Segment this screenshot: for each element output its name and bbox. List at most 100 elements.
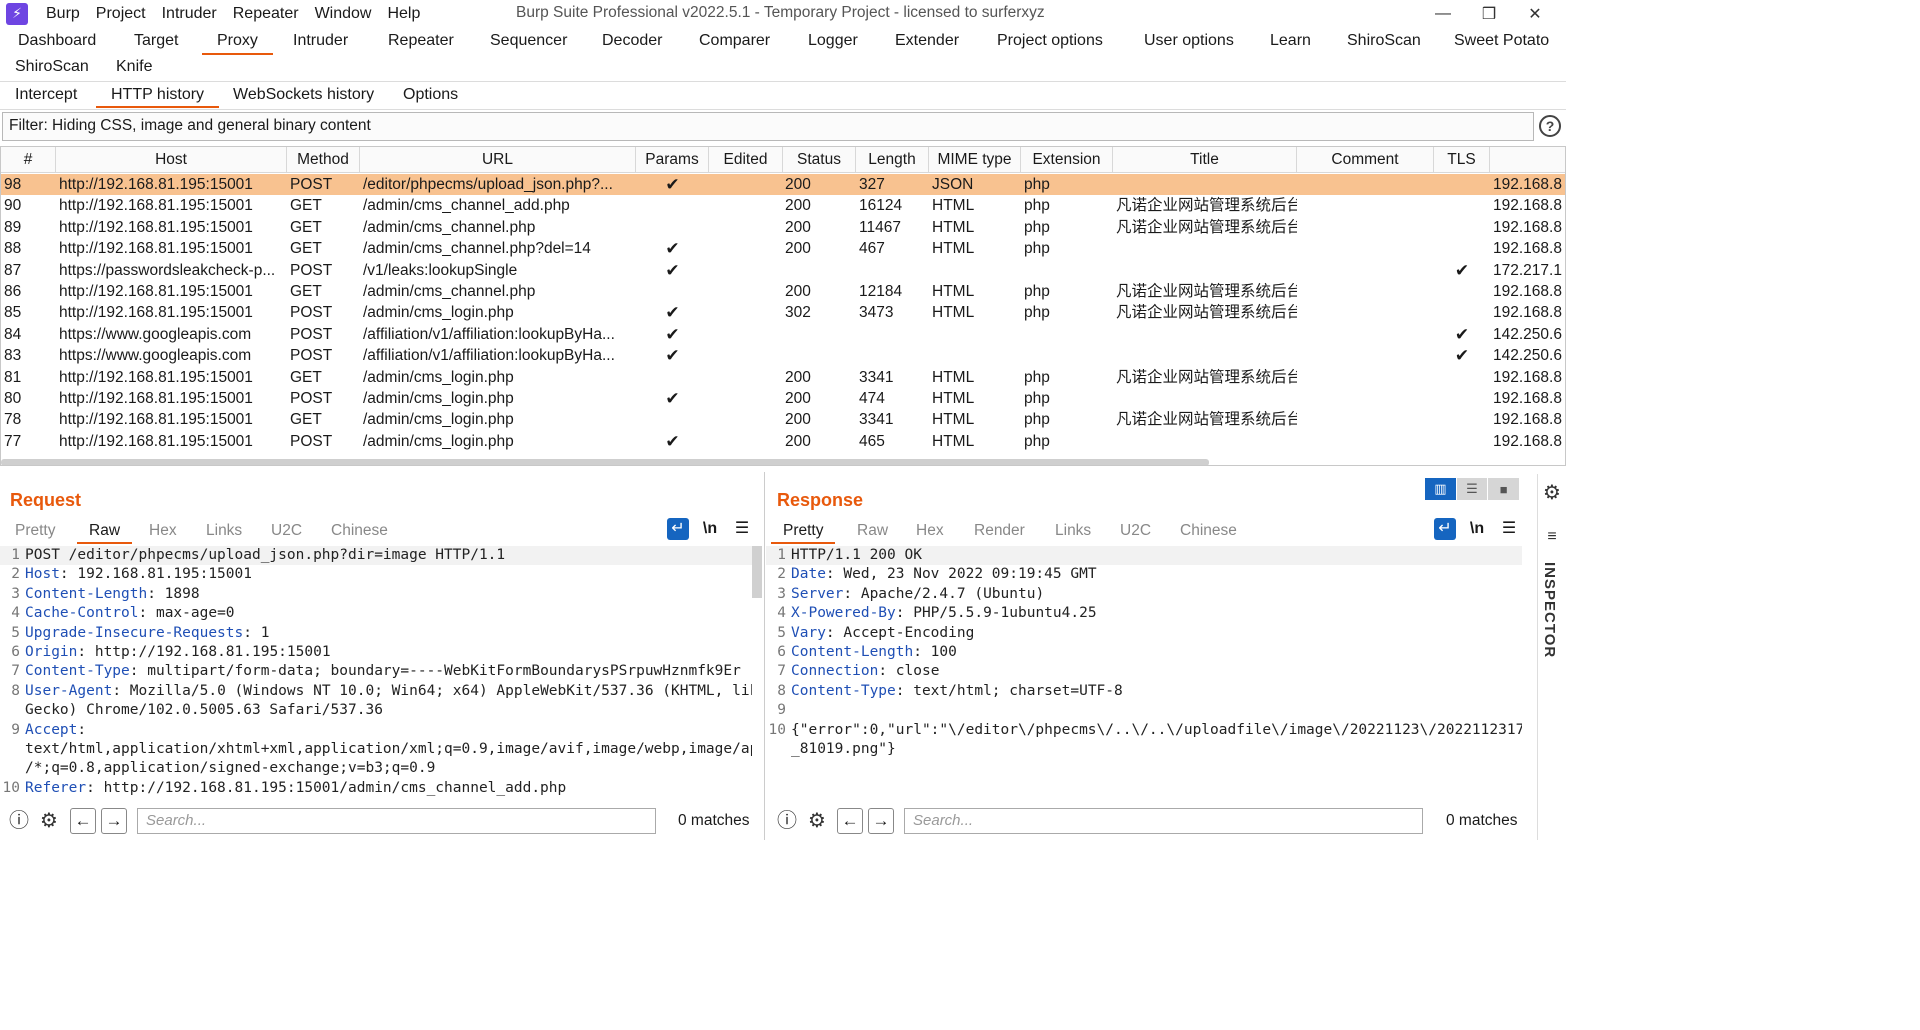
table-row[interactable]: 78 http://192.168.81.195:15001 GET/admin/c…: [1, 409, 1565, 430]
request-tab-hex[interactable]: Hex: [149, 520, 177, 542]
request-tab-links[interactable]: Links: [206, 520, 242, 542]
tab-dashboard[interactable]: Dashboard: [18, 29, 96, 53]
response-tab-chinese[interactable]: Chinese: [1180, 520, 1237, 542]
menu-project[interactable]: Project: [96, 5, 146, 23]
table-row[interactable]: 85 http://192.168.81.195:15001 POST/admin/…: [1, 302, 1565, 323]
request-tab-raw[interactable]: Raw: [77, 520, 133, 544]
response-tab-links[interactable]: Links: [1055, 520, 1091, 542]
previous-match-button[interactable]: ←: [837, 808, 863, 834]
response-search-input[interactable]: Search...: [904, 808, 1423, 834]
col-number[interactable]: #: [1, 147, 56, 173]
tab-user-options[interactable]: User options: [1144, 29, 1234, 53]
subtab-options[interactable]: Options: [403, 84, 458, 106]
tab-shiroscan-2[interactable]: ShiroScan: [15, 55, 89, 79]
tab-sequencer[interactable]: Sequencer: [490, 29, 567, 53]
tab-shiroscan[interactable]: ShiroScan: [1347, 29, 1421, 53]
layout-single-icon[interactable]: ■: [1488, 478, 1520, 500]
request-search-input[interactable]: Search...: [137, 808, 656, 834]
col-comment[interactable]: Comment: [1297, 147, 1434, 173]
newline-toggle-icon[interactable]: \n: [1466, 518, 1488, 540]
table-row[interactable]: 89 http://192.168.81.195:15001 GET/admin/c…: [1, 217, 1565, 238]
table-row[interactable]: 87 https://passwordsleakcheck-p... POST/v1…: [1, 260, 1565, 281]
request-editor[interactable]: 1 POST /editor/phpecms/upload_json.php?di…: [0, 546, 752, 804]
next-match-button[interactable]: →: [101, 808, 127, 834]
tab-decoder[interactable]: Decoder: [602, 29, 662, 53]
menu-help[interactable]: Help: [387, 5, 420, 23]
gear-icon[interactable]: ⚙: [1539, 480, 1565, 506]
col-status[interactable]: Status: [783, 147, 856, 173]
request-scrollbar[interactable]: [752, 546, 762, 598]
inspector-label[interactable]: INSPECTOR: [1541, 562, 1558, 658]
request-tab-pretty[interactable]: Pretty: [15, 520, 55, 542]
response-editor[interactable]: 1 HTTP/1.1 200 OK 2 Date: Wed, 23 Nov 2022 …: [766, 546, 1522, 804]
col-ip[interactable]: [1490, 147, 1565, 173]
tab-intruder[interactable]: Intruder: [293, 29, 348, 53]
line-number: 6: [777, 644, 786, 660]
tab-target[interactable]: Target: [134, 29, 178, 53]
table-row[interactable]: 98 http://192.168.81.195:15001 POST/editor…: [1, 174, 1565, 196]
tab-logger[interactable]: Logger: [808, 29, 858, 53]
tab-knife[interactable]: Knife: [116, 55, 152, 79]
col-host[interactable]: Host: [56, 147, 287, 173]
filter-bar[interactable]: Filter: Hiding CSS, image and general bi…: [2, 112, 1534, 141]
tab-extender[interactable]: Extender: [895, 29, 959, 53]
response-tab-u2c[interactable]: U2C: [1120, 520, 1151, 542]
newline-toggle-icon[interactable]: \n: [699, 518, 721, 540]
close-icon[interactable]: ✕: [1512, 4, 1558, 24]
tab-repeater[interactable]: Repeater: [388, 29, 454, 53]
subtab-http-history[interactable]: HTTP history: [96, 84, 220, 108]
gear-icon[interactable]: ⚙: [36, 808, 62, 834]
tab-project-options[interactable]: Project options: [997, 29, 1103, 53]
table-row[interactable]: 86 http://192.168.81.195:15001 GET/admin/c…: [1, 281, 1565, 302]
layout-side-by-side-icon[interactable]: ▥: [1425, 478, 1456, 500]
wrap-lines-icon[interactable]: ↵: [1434, 518, 1456, 540]
minimize-icon[interactable]: —: [1420, 5, 1466, 23]
table-row[interactable]: 81 http://192.168.81.195:15001 GET/admin/c…: [1, 367, 1565, 388]
table-row[interactable]: 83 https://www.googleapis.com POST/affilia…: [1, 345, 1565, 366]
response-tab-hex[interactable]: Hex: [916, 520, 944, 542]
horizontal-scrollbar[interactable]: [1, 459, 1209, 465]
col-title[interactable]: Title: [1113, 147, 1297, 173]
col-url[interactable]: URL: [360, 147, 636, 173]
response-tab-render[interactable]: Render: [974, 520, 1025, 542]
col-edited[interactable]: Edited: [709, 147, 783, 173]
col-length[interactable]: Length: [856, 147, 929, 173]
request-tab-u2c[interactable]: U2C: [271, 520, 302, 542]
col-tls[interactable]: TLS: [1434, 147, 1490, 173]
wrap-lines-icon[interactable]: ↵: [667, 518, 689, 540]
menu-repeater[interactable]: Repeater: [233, 5, 299, 23]
help-icon[interactable]: ⓘ: [6, 808, 32, 834]
previous-match-button[interactable]: ←: [70, 808, 96, 834]
restore-icon[interactable]: ❒: [1466, 4, 1512, 24]
gear-icon[interactable]: ⚙: [804, 808, 830, 834]
menu-burp[interactable]: Burp: [46, 5, 80, 23]
tab-learn[interactable]: Learn: [1270, 29, 1311, 53]
response-tab-pretty[interactable]: Pretty: [771, 520, 836, 544]
request-tab-chinese[interactable]: Chinese: [331, 520, 388, 542]
menu-window[interactable]: Window: [315, 5, 372, 23]
tab-sweet-potato[interactable]: Sweet Potato: [1454, 29, 1549, 53]
tab-proxy[interactable]: Proxy: [202, 29, 273, 55]
help-icon[interactable]: ?: [1539, 115, 1561, 137]
help-icon[interactable]: ⓘ: [774, 808, 800, 834]
menu-icon[interactable]: ☰: [731, 518, 753, 540]
next-match-button[interactable]: →: [868, 808, 894, 834]
table-row[interactable]: 90 http://192.168.81.195:15001 GET/admin/c…: [1, 195, 1565, 216]
tab-comparer[interactable]: Comparer: [699, 29, 770, 53]
col-method[interactable]: Method: [287, 147, 360, 173]
col-extension[interactable]: Extension: [1021, 147, 1113, 173]
layout-stacked-icon[interactable]: ☰: [1456, 478, 1488, 500]
menu-icon[interactable]: ☰: [1498, 518, 1520, 540]
menu-icon[interactable]: ≡: [1539, 524, 1565, 550]
pane-divider[interactable]: [764, 472, 765, 840]
subtab-websockets-history[interactable]: WebSockets history: [233, 84, 374, 106]
response-tab-raw[interactable]: Raw: [857, 520, 888, 542]
col-params[interactable]: Params: [636, 147, 709, 173]
table-row[interactable]: 88 http://192.168.81.195:15001 GET/admin/c…: [1, 238, 1565, 259]
col-mime-type[interactable]: MIME type: [929, 147, 1021, 173]
menu-intruder[interactable]: Intruder: [162, 5, 217, 23]
subtab-intercept[interactable]: Intercept: [15, 84, 77, 106]
table-row[interactable]: 84 https://www.googleapis.com POST/affilia…: [1, 324, 1565, 345]
table-row[interactable]: 80 http://192.168.81.195:15001 POST/admin/…: [1, 388, 1565, 409]
table-row[interactable]: 77 http://192.168.81.195:15001 POST/admin/…: [1, 431, 1565, 452]
